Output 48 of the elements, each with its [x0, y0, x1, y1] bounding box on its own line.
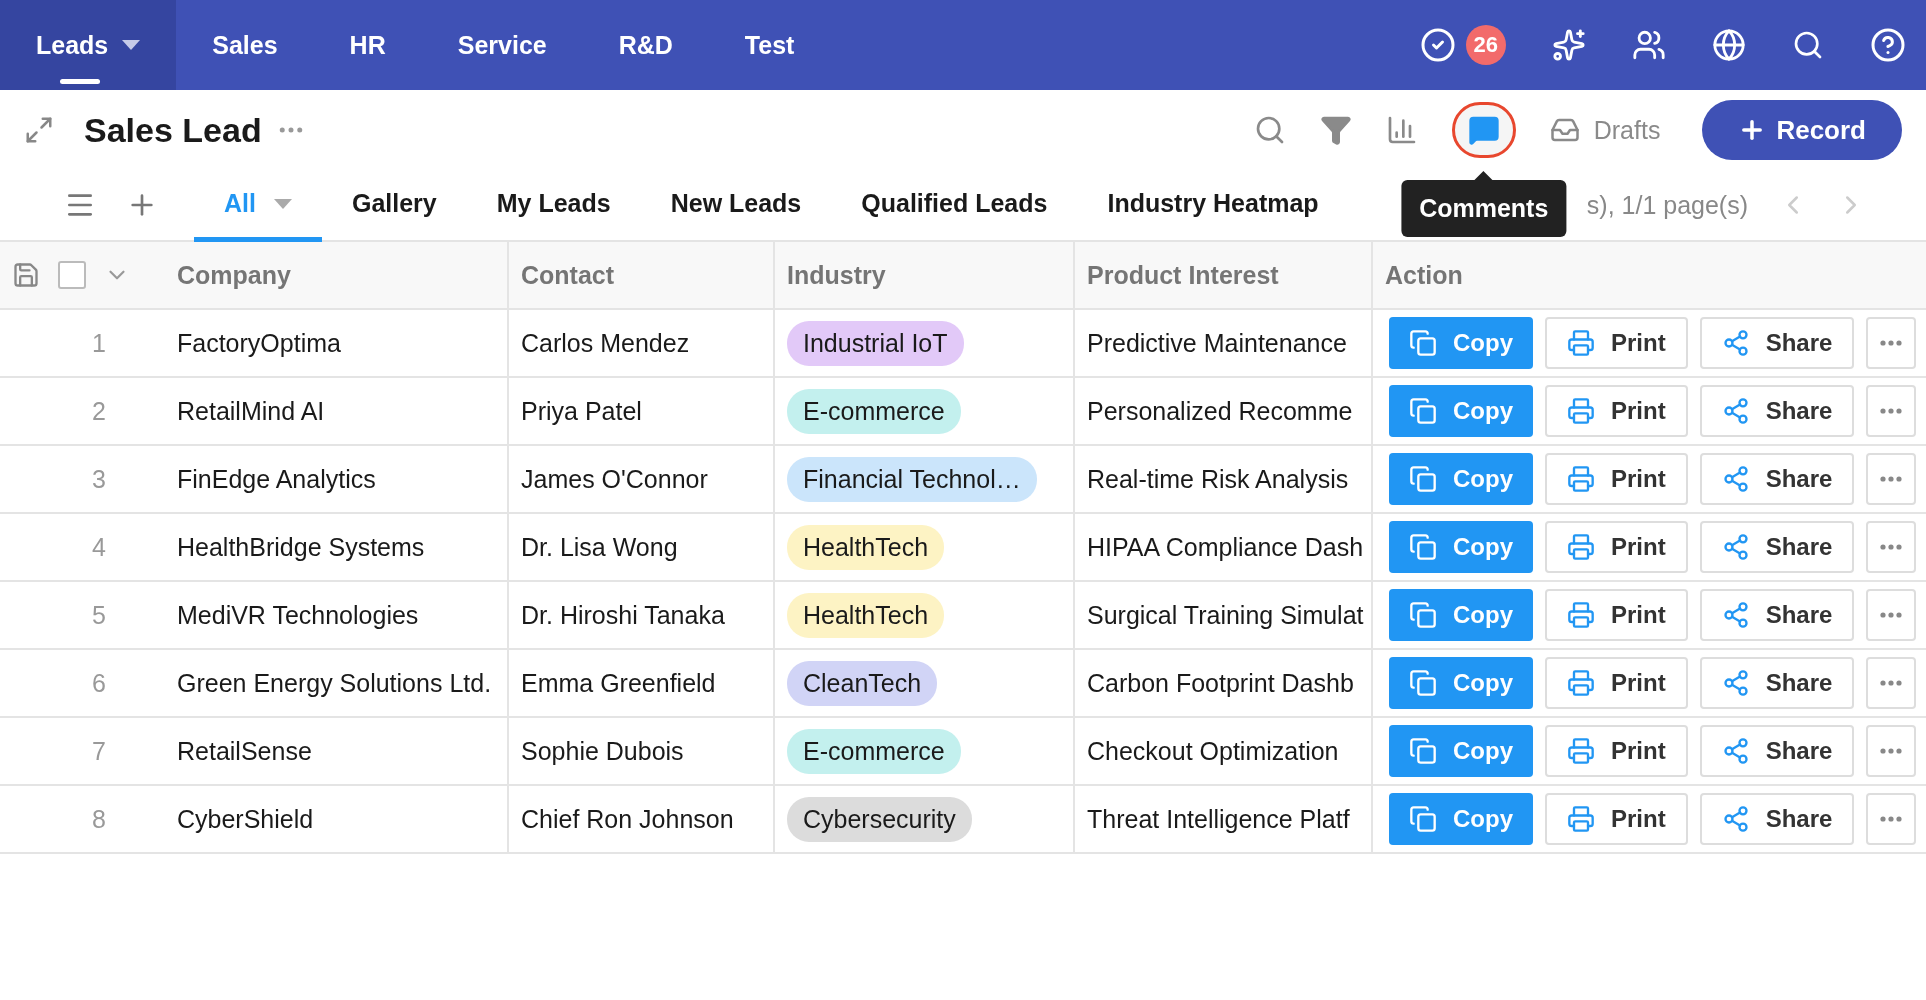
- column-header: Action: [1373, 242, 1926, 310]
- table-cell: HealthBridge Systems: [165, 514, 509, 582]
- table-cell: CyberShield: [165, 786, 509, 854]
- industry-tag: Cybersecurity: [787, 796, 972, 842]
- page-title: Sales Lead: [84, 110, 262, 150]
- column-header: Industry: [775, 242, 1075, 310]
- row-number: 1: [92, 328, 106, 358]
- notification-badge: 26: [1465, 25, 1506, 65]
- row-number: 5: [92, 600, 106, 630]
- pagination-info: s), 1/1 page(s): [1586, 190, 1748, 220]
- table-cell: RetailMind AI: [165, 378, 509, 446]
- table-cell: Chief Ron Johnson: [509, 786, 775, 854]
- table-cell: James O'Connor: [509, 446, 775, 514]
- industry-tag: HealthTech: [787, 592, 945, 638]
- table-cell: Green Energy Solutions Ltd.: [165, 650, 509, 718]
- table-cell: Sophie Dubois: [509, 718, 775, 786]
- table-cell: Surgical Training Simulat: [1075, 582, 1373, 650]
- table-cell: Emma Greenfield: [509, 650, 775, 718]
- industry-tag: E-commerce: [787, 388, 961, 434]
- row-number: 3: [92, 464, 106, 494]
- table-cell: Carlos Mendez: [509, 310, 775, 378]
- table-cell: Checkout Optimization: [1075, 718, 1373, 786]
- table-cell: MediVR Technologies: [165, 582, 509, 650]
- table-cell: HIPAA Compliance Dash: [1075, 514, 1373, 582]
- table-cell: FinEdge Analytics: [165, 446, 509, 514]
- table-cell: Carbon Footprint Dashb: [1075, 650, 1373, 718]
- table-cell: RetailSense: [165, 718, 509, 786]
- column-header: Company: [165, 242, 509, 310]
- table-cell: Threat Intelligence Platf: [1075, 786, 1373, 854]
- table-cell: Real-time Risk Analysis: [1075, 446, 1373, 514]
- row-number: 8: [92, 804, 106, 834]
- table-cell: FactoryOptima: [165, 310, 509, 378]
- row-number: 7: [92, 736, 106, 766]
- row-number: 6: [92, 668, 106, 698]
- industry-tag: HealthTech: [787, 524, 945, 570]
- table-cell: Priya Patel: [509, 378, 775, 446]
- row-number: 2: [92, 396, 106, 426]
- row-number: 4: [92, 532, 106, 562]
- column-header: Product Interest: [1075, 242, 1373, 310]
- industry-tag: Financial Technol…: [787, 456, 1037, 502]
- industry-tag: Industrial IoT: [787, 320, 964, 366]
- column-header: Contact: [509, 242, 775, 310]
- table-cell: Dr. Hiroshi Tanaka: [509, 582, 775, 650]
- table-cell: Predictive Maintenance: [1075, 310, 1373, 378]
- table-cell: Dr. Lisa Wong: [509, 514, 775, 582]
- industry-tag: E-commerce: [787, 728, 961, 774]
- industry-tag: CleanTech: [787, 660, 938, 706]
- table-cell: Personalized Recomme: [1075, 378, 1373, 446]
